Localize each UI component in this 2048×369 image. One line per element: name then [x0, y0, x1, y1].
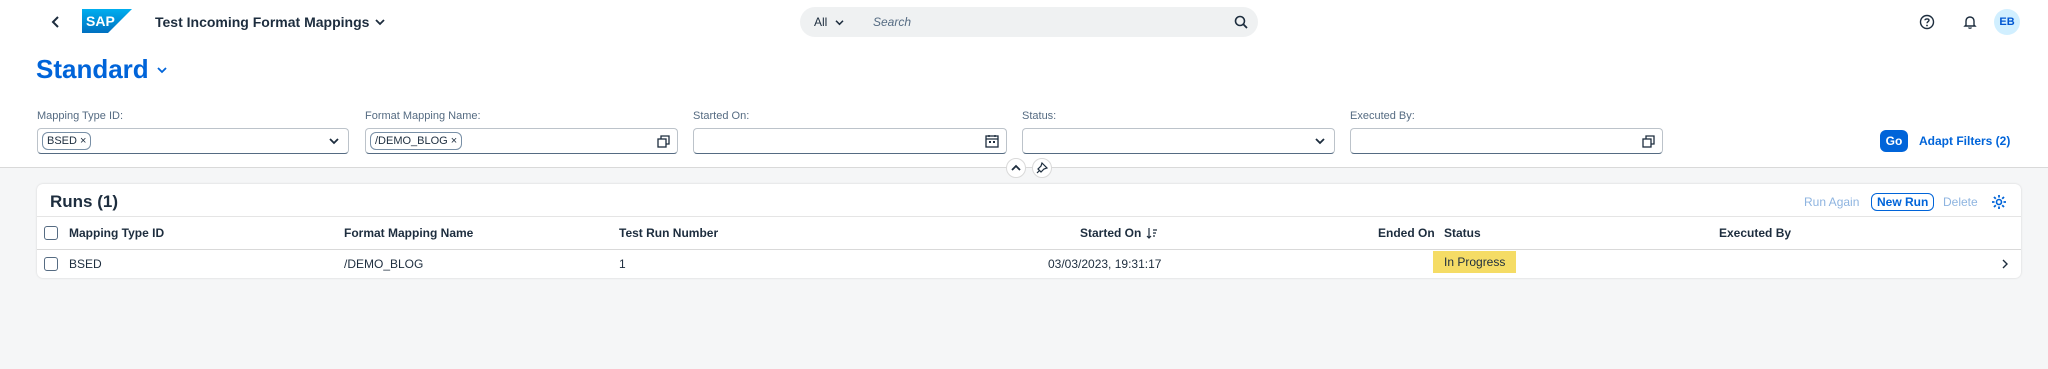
sap-logo[interactable]: SAP — [82, 9, 132, 33]
sort-descending-icon — [1146, 228, 1158, 239]
token-remove-icon[interactable]: × — [80, 135, 86, 147]
chevron-down-icon[interactable] — [1312, 133, 1328, 149]
column-header-test-run-number[interactable]: Test Run Number — [619, 226, 718, 240]
app-title: Test Incoming Format Mappings — [155, 14, 370, 30]
column-header-executed-by[interactable]: Executed By — [1719, 226, 1791, 240]
dynamic-page-header: Standard Mapping Type ID: BSED × Format … — [0, 44, 2048, 168]
filter-label: Status: — [1022, 110, 1057, 122]
filter-status: Status: — [1022, 110, 1335, 154]
filter-token[interactable]: BSED × — [42, 132, 92, 150]
new-run-button[interactable]: New Run — [1871, 193, 1935, 211]
select-all-checkbox[interactable] — [44, 226, 58, 240]
token-remove-icon[interactable]: × — [451, 135, 457, 147]
row-checkbox[interactable] — [44, 257, 58, 271]
cell-mapping-type-id: BSED — [69, 257, 102, 271]
user-avatar[interactable]: EB — [1994, 9, 2020, 35]
column-header-format-mapping-name[interactable]: Format Mapping Name — [344, 226, 473, 240]
calendar-icon[interactable] — [984, 133, 1000, 149]
search-scope-value: All — [814, 15, 828, 29]
table-row[interactable]: BSED /DEMO_BLOG 1 03/03/2023, 19:31:17 I… — [37, 250, 2021, 278]
filter-label: Format Mapping Name: — [365, 110, 481, 122]
filter-format-mapping-name: Format Mapping Name: /DEMO_BLOG × — [365, 110, 678, 154]
column-header-started-on[interactable]: Started On — [1080, 226, 1158, 240]
table-title: Runs (1) — [50, 192, 118, 211]
variant-management[interactable]: Standard — [36, 54, 167, 85]
filter-executed-by: Executed By: — [1350, 110, 1663, 154]
help-icon[interactable] — [1917, 12, 1937, 32]
status-badge: In Progress — [1433, 251, 1517, 273]
column-header-label: Started On — [1080, 226, 1142, 240]
value-help-icon[interactable] — [655, 133, 671, 149]
delete-button[interactable]: Delete — [1943, 193, 1978, 211]
search-icon[interactable] — [1224, 15, 1258, 29]
runs-table-card: Runs (1) Run Again New Run Delete Mappin… — [37, 184, 2021, 278]
column-header-mapping-type-id[interactable]: Mapping Type ID — [69, 226, 164, 240]
status-select[interactable] — [1022, 128, 1335, 154]
pin-icon — [1036, 162, 1048, 174]
svg-text:SAP: SAP — [86, 13, 115, 29]
notifications-icon[interactable] — [1960, 12, 1980, 32]
executed-by-input[interactable] — [1350, 128, 1663, 154]
chevron-down-icon — [835, 19, 844, 25]
mapping-type-id-input[interactable]: BSED × — [37, 128, 349, 154]
row-navigation-icon[interactable] — [1999, 258, 2011, 270]
pin-header-button[interactable] — [1032, 158, 1052, 178]
column-header-status[interactable]: Status — [1444, 226, 1481, 240]
token-text: /DEMO_BLOG — [375, 135, 448, 147]
column-header-ended-on[interactable]: Ended On — [1378, 226, 1435, 240]
search-input[interactable]: Search — [855, 15, 1224, 29]
search-scope-select[interactable]: All — [800, 15, 855, 29]
filter-token[interactable]: /DEMO_BLOG × — [370, 132, 463, 150]
cell-format-mapping-name: /DEMO_BLOG — [344, 257, 424, 271]
filter-started-on: Started On: — [693, 110, 1007, 154]
cell-test-run-number: 1 — [619, 257, 626, 271]
format-mapping-name-input[interactable]: /DEMO_BLOG × — [365, 128, 678, 154]
collapse-header-button[interactable] — [1006, 158, 1026, 178]
app-title-menu[interactable]: Test Incoming Format Mappings — [155, 14, 386, 30]
settings-icon[interactable] — [1991, 194, 2007, 210]
filter-label: Executed By: — [1350, 110, 1415, 122]
filter-mapping-type-id: Mapping Type ID: BSED × — [37, 110, 349, 154]
cell-started-on: 03/03/2023, 19:31:17 — [1048, 257, 1162, 271]
back-icon[interactable] — [46, 12, 66, 32]
chevron-up-icon — [1011, 164, 1021, 171]
started-on-input[interactable] — [693, 128, 1007, 154]
token-text: BSED — [47, 135, 77, 147]
filter-label: Mapping Type ID: — [37, 110, 124, 122]
shell-bar: SAP Test Incoming Format Mappings All Se… — [0, 0, 2048, 44]
value-help-icon[interactable] — [1640, 133, 1656, 149]
variant-title: Standard — [36, 54, 149, 84]
search-bar: All Search — [800, 7, 1258, 37]
chevron-down-icon — [375, 19, 386, 26]
go-button[interactable]: Go — [1880, 130, 1908, 152]
table-header-row: Mapping Type ID Format Mapping Name Test… — [37, 216, 2021, 250]
chevron-down-icon[interactable] — [326, 133, 342, 149]
filter-label: Started On: — [693, 110, 750, 122]
chevron-down-icon — [157, 66, 167, 73]
adapt-filters-button[interactable]: Adapt Filters (2) — [1919, 134, 2010, 148]
run-again-button[interactable]: Run Again — [1804, 193, 1859, 211]
